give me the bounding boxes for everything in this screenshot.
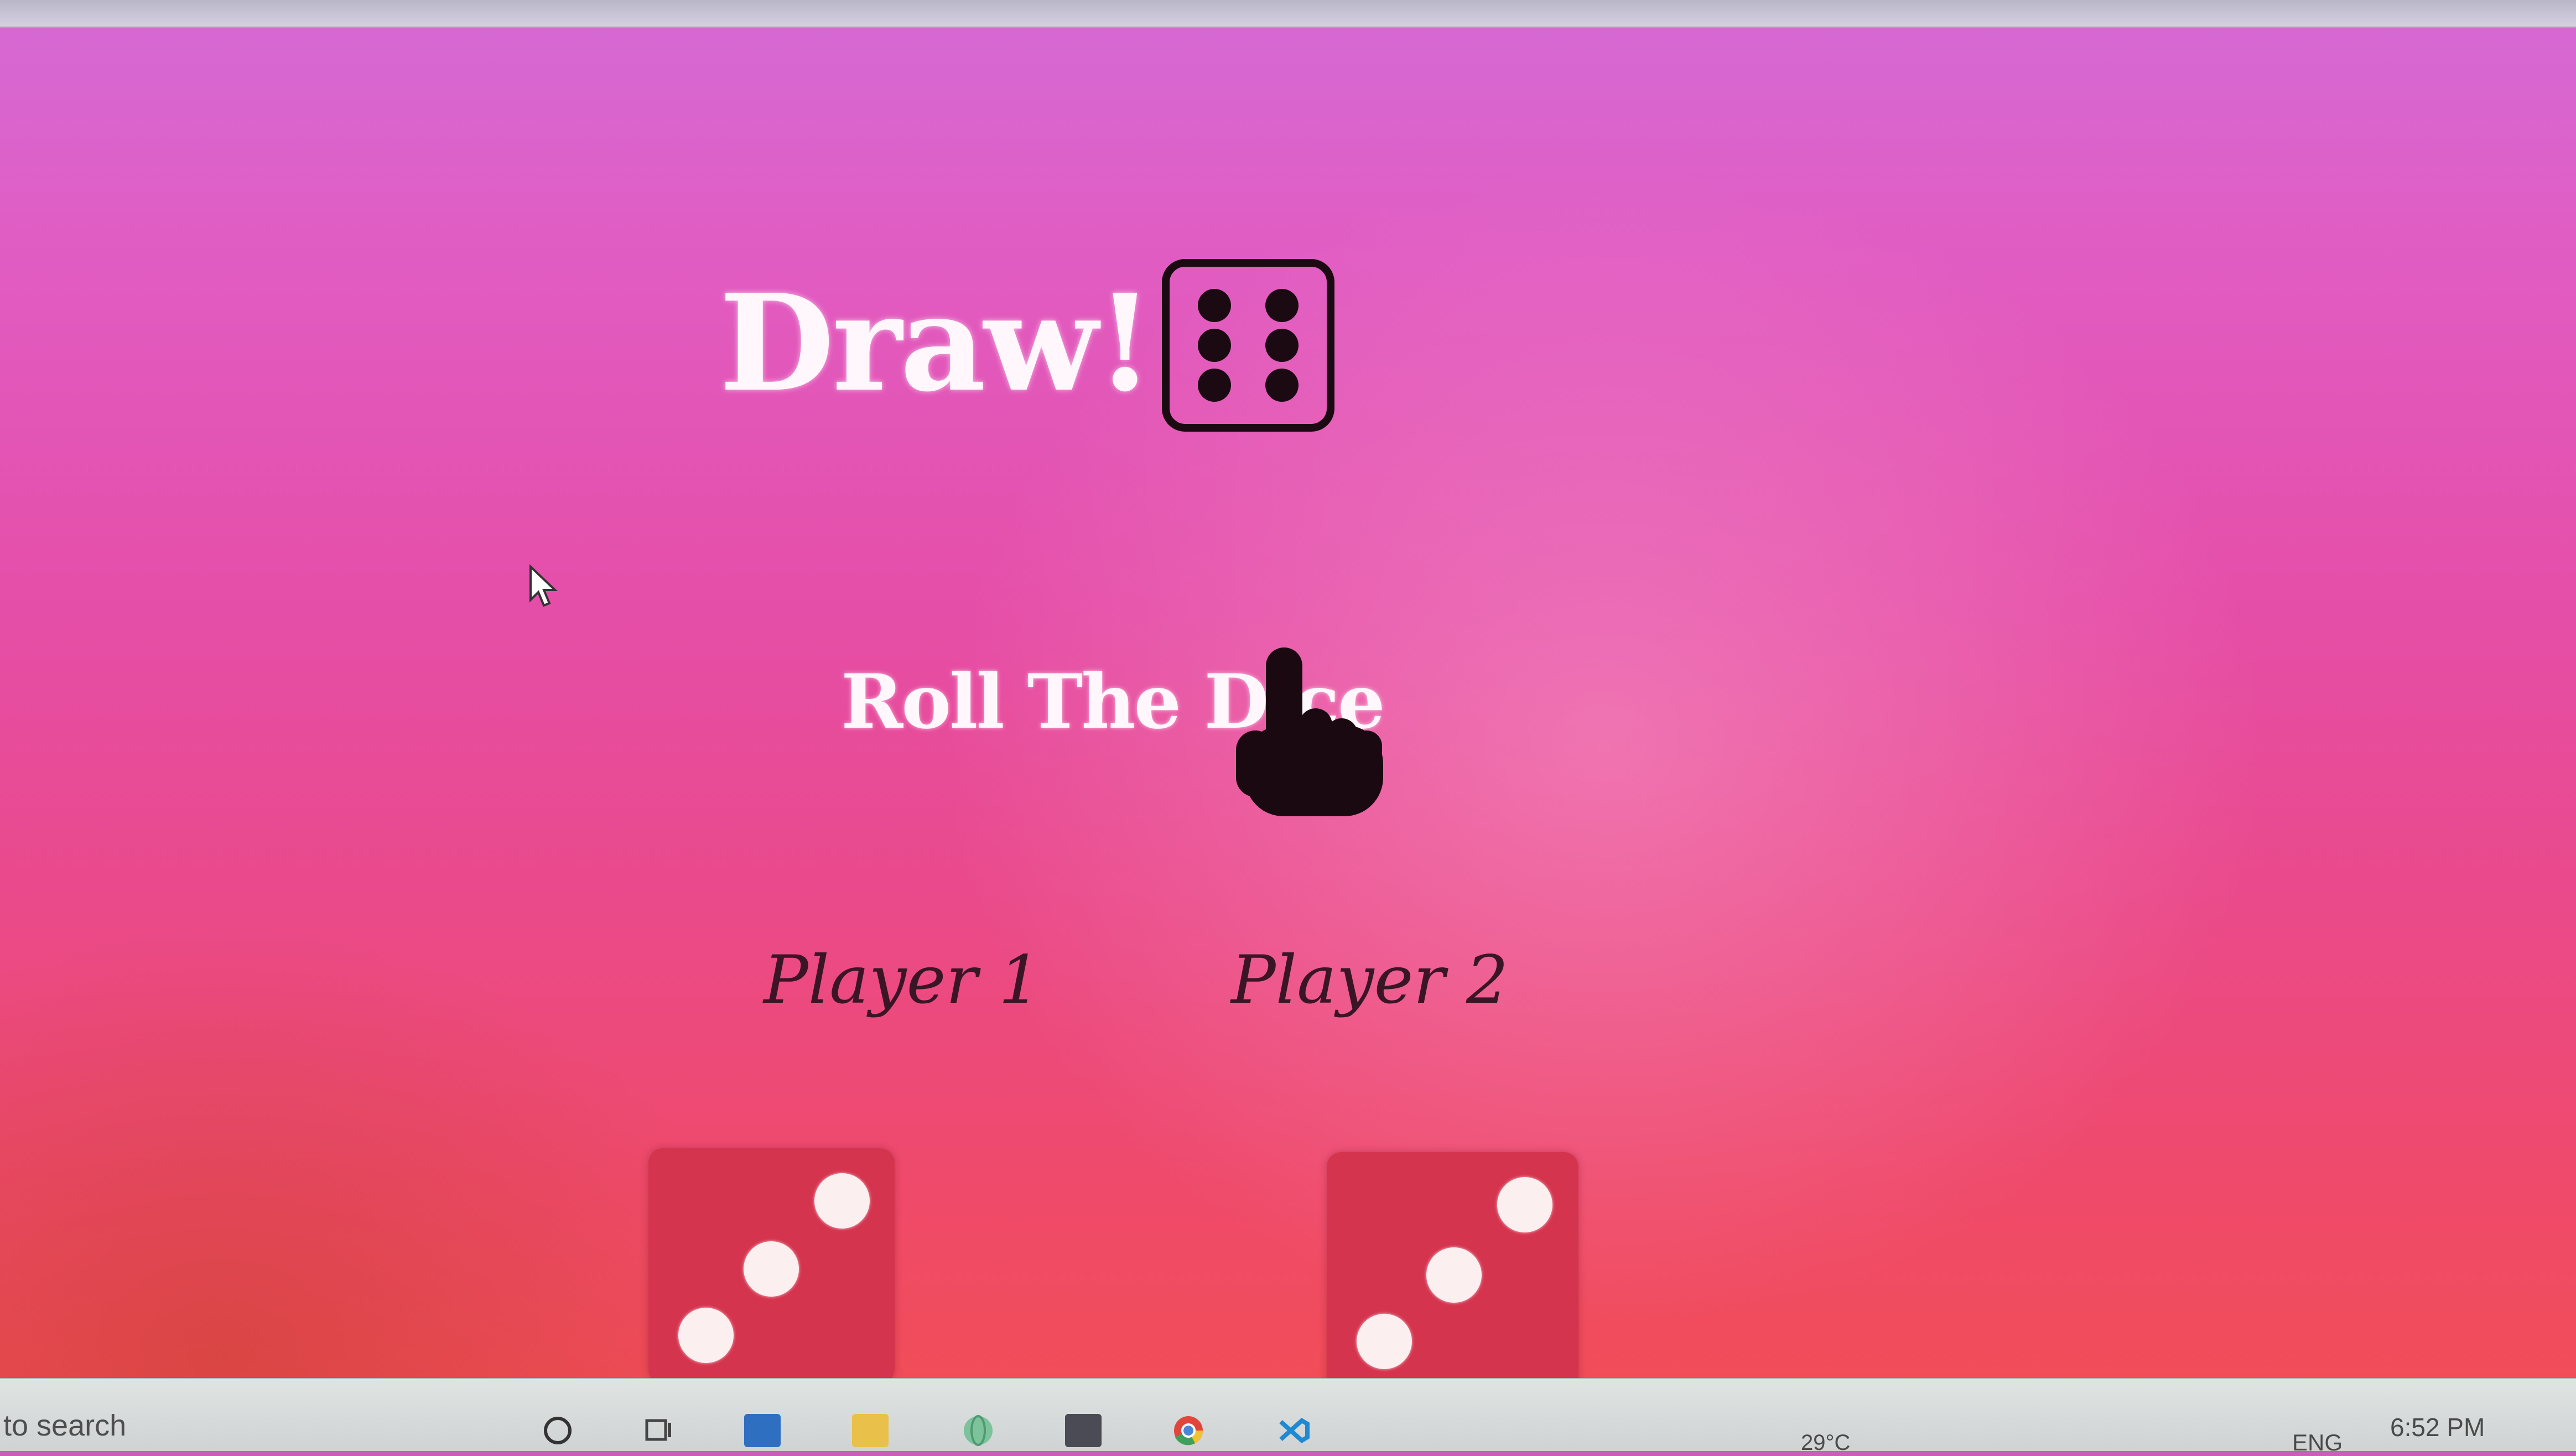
language-indicator[interactable]: ENG	[2292, 1429, 2343, 1456]
globe-icon[interactable]	[960, 1414, 996, 1447]
die-pip	[744, 1241, 799, 1297]
result-title: Draw!	[719, 265, 1154, 421]
mouse-pointer-icon	[528, 564, 559, 609]
die-pip	[678, 1308, 734, 1363]
die-pip	[1265, 329, 1299, 362]
player-1-die	[648, 1148, 895, 1384]
file-explorer-icon[interactable]	[852, 1414, 889, 1447]
chrome-icon[interactable]	[1170, 1414, 1207, 1447]
die-pip	[814, 1173, 870, 1229]
weather-temperature[interactable]: 29°C	[1801, 1431, 1850, 1455]
die-pip	[1497, 1177, 1552, 1232]
result-die-six-icon	[1162, 259, 1334, 432]
player-2-die	[1327, 1152, 1578, 1396]
cortana-icon[interactable]	[539, 1414, 576, 1447]
player-1-label: Player 1	[764, 942, 1041, 1019]
die-pip	[1426, 1247, 1482, 1303]
vscode-icon[interactable]	[1275, 1414, 1312, 1447]
die-pip	[1265, 289, 1299, 322]
die-pip	[1198, 289, 1231, 322]
die-pip	[1198, 369, 1231, 402]
die-pip	[1198, 329, 1231, 362]
clock-time[interactable]: 6:52 PM	[2390, 1412, 2485, 1442]
taskbar-search-box[interactable]: to search	[3, 1408, 126, 1443]
player-2-label: Player 2	[1231, 942, 1509, 1019]
task-view-icon[interactable]	[639, 1414, 676, 1447]
die-pip	[1357, 1314, 1412, 1369]
notes-icon[interactable]	[1065, 1414, 1102, 1447]
store-icon[interactable]	[744, 1414, 781, 1447]
browser-top-edge	[0, 0, 2576, 28]
die-pip	[1265, 369, 1299, 402]
pointing-hand-icon[interactable]	[1228, 647, 1394, 830]
